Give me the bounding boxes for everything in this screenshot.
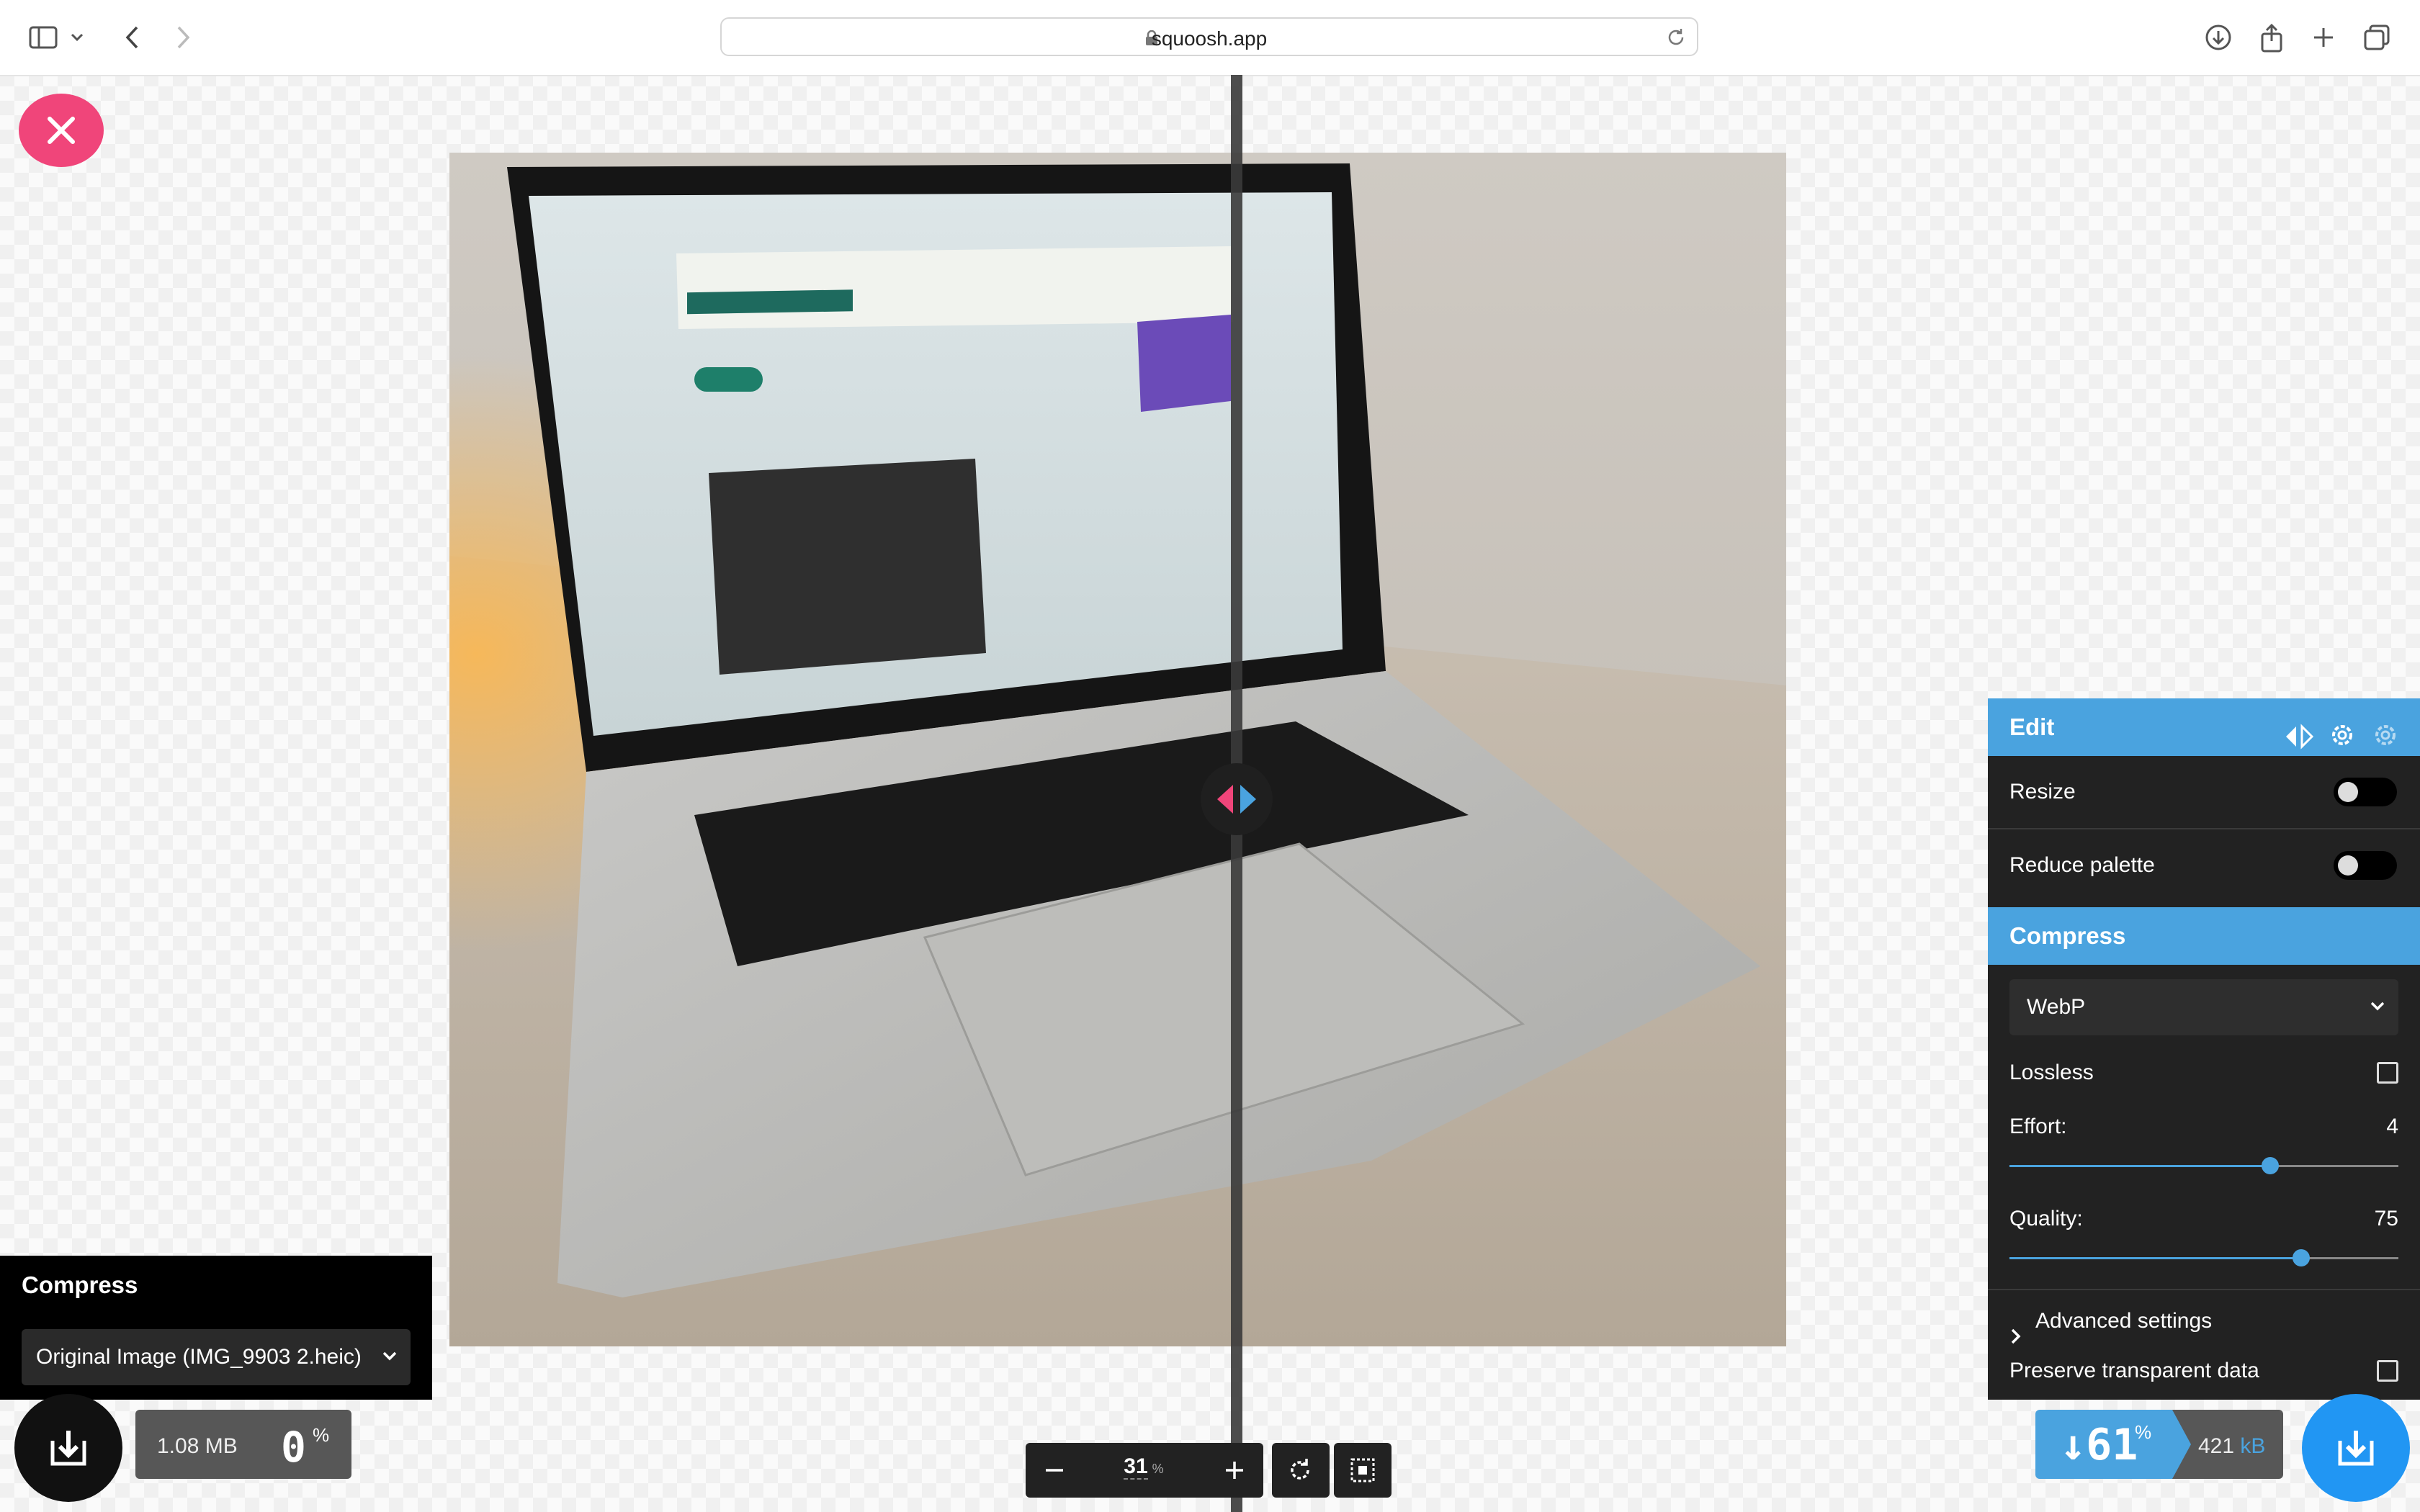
original-stats: 1.08 MB 0 % bbox=[135, 1410, 351, 1479]
resize-label: Resize bbox=[2009, 780, 2076, 804]
download-icon[interactable] bbox=[2200, 19, 2237, 56]
size-reduction-percent: ↓61 bbox=[2060, 1420, 2138, 1470]
sidebar-toggle-icon[interactable] bbox=[24, 19, 62, 56]
forward-icon[interactable] bbox=[164, 19, 202, 56]
zoom-out-button[interactable] bbox=[1026, 1443, 1083, 1498]
size-percent: 0 bbox=[281, 1423, 306, 1472]
zoom-value: 31 bbox=[1124, 1454, 1148, 1480]
lossless-label: Lossless bbox=[2009, 1061, 2094, 1084]
download-icon bbox=[2338, 1431, 2374, 1466]
quality-slider[interactable] bbox=[2009, 1249, 2398, 1266]
percent-sign: % bbox=[313, 1424, 330, 1446]
select-value: Original Image (IMG_9903 2.heic) bbox=[36, 1345, 362, 1369]
laptop-photo bbox=[449, 153, 1786, 1346]
resize-row: Resize bbox=[1988, 756, 2420, 828]
image-preview[interactable] bbox=[449, 153, 1786, 1346]
original-image-select[interactable]: Original Image (IMG_9903 2.heic) bbox=[22, 1329, 411, 1385]
lossless-row: Lossless bbox=[1988, 1053, 2420, 1093]
zoom-input[interactable]: 31% bbox=[1086, 1454, 1201, 1486]
reduce-palette-toggle[interactable] bbox=[2334, 851, 2397, 880]
close-button[interactable] bbox=[19, 94, 104, 167]
plus-icon bbox=[1226, 1462, 1243, 1479]
edit-title: Edit bbox=[2009, 714, 2055, 740]
chevron-down-icon[interactable] bbox=[66, 19, 88, 56]
minus-icon bbox=[1046, 1469, 1063, 1472]
advanced-settings-label: Advanced settings bbox=[2035, 1309, 2213, 1333]
address-bar[interactable]: squoosh.app bbox=[720, 17, 1698, 56]
preserve-transparent-label: Preserve transparent data bbox=[2009, 1359, 2259, 1382]
quality-slider-thumb[interactable] bbox=[2293, 1249, 2310, 1266]
options-panel: Edit Resize Reduce palette Compress WebP… bbox=[1988, 698, 2420, 1400]
reduce-palette-row: Reduce palette bbox=[1988, 829, 2420, 901]
compressed-size-unit: kB bbox=[2240, 1434, 2266, 1458]
url-text: squoosh.app bbox=[1151, 27, 1268, 50]
compressed-size: 421 bbox=[2198, 1434, 2235, 1458]
file-size: 1.08 MB bbox=[157, 1434, 238, 1458]
download-original-button[interactable] bbox=[14, 1394, 122, 1502]
rotate-icon bbox=[1291, 1459, 1309, 1480]
quality-label: Quality: bbox=[2009, 1207, 2083, 1230]
browser-toolbar: squoosh.app bbox=[0, 0, 2420, 76]
codec-value: WebP bbox=[2027, 995, 2086, 1019]
codec-select[interactable]: WebP bbox=[2009, 979, 2398, 1035]
back-icon[interactable] bbox=[114, 19, 151, 56]
chevron-down-icon bbox=[2367, 995, 2388, 1020]
lossless-checkbox[interactable] bbox=[2377, 1062, 2398, 1084]
new-tab-icon[interactable] bbox=[2305, 19, 2342, 56]
advanced-settings-row[interactable]: Advanced settings bbox=[1988, 1296, 2420, 1346]
quality-row: Quality: 75 bbox=[1988, 1201, 2420, 1237]
reduce-palette-label: Reduce palette bbox=[2009, 853, 2155, 877]
zoom-controls: 31% bbox=[1026, 1443, 1263, 1498]
download-compressed-button[interactable] bbox=[2302, 1394, 2410, 1502]
background-toggle-icon bbox=[1350, 1458, 1375, 1482]
zoom-unit: % bbox=[1152, 1462, 1164, 1476]
effort-slider-thumb[interactable] bbox=[2261, 1157, 2279, 1174]
rotate-button[interactable] bbox=[1272, 1443, 1330, 1498]
chevron-down-icon bbox=[379, 1345, 400, 1370]
panel-header: Compress bbox=[22, 1272, 138, 1298]
tab-overview-icon[interactable] bbox=[2358, 19, 2396, 56]
effort-value: 4 bbox=[2386, 1115, 2398, 1138]
split-arrows-icon bbox=[1217, 785, 1256, 814]
compress-header: Compress bbox=[1988, 907, 2420, 965]
share-icon[interactable] bbox=[2253, 19, 2290, 56]
effort-label: Effort: bbox=[2009, 1115, 2067, 1138]
download-icon bbox=[50, 1431, 86, 1466]
original-panel: Compress Original Image (IMG_9903 2.heic… bbox=[0, 1256, 432, 1400]
effort-slider[interactable] bbox=[2009, 1157, 2398, 1174]
size-reduction-badge: ↓61 % bbox=[2035, 1410, 2172, 1479]
effort-row: Effort: 4 bbox=[1988, 1109, 2420, 1145]
toggle-background-button[interactable] bbox=[1334, 1443, 1392, 1498]
reload-icon[interactable] bbox=[1665, 27, 1687, 52]
edit-header: Edit bbox=[1988, 698, 2420, 756]
zoom-in-button[interactable] bbox=[1206, 1443, 1263, 1498]
percent-sign: % bbox=[2135, 1421, 2152, 1443]
preserve-transparent-row: Preserve transparent data bbox=[1988, 1349, 2420, 1392]
split-handle[interactable] bbox=[1201, 763, 1273, 835]
compressed-size-text: 421 kB bbox=[2198, 1434, 2265, 1459]
close-icon bbox=[48, 117, 75, 144]
resize-toggle[interactable] bbox=[2334, 778, 2397, 806]
quality-value: 75 bbox=[2374, 1207, 2398, 1230]
badge-arrow bbox=[2172, 1410, 2191, 1479]
preserve-transparent-checkbox[interactable] bbox=[2377, 1360, 2398, 1382]
